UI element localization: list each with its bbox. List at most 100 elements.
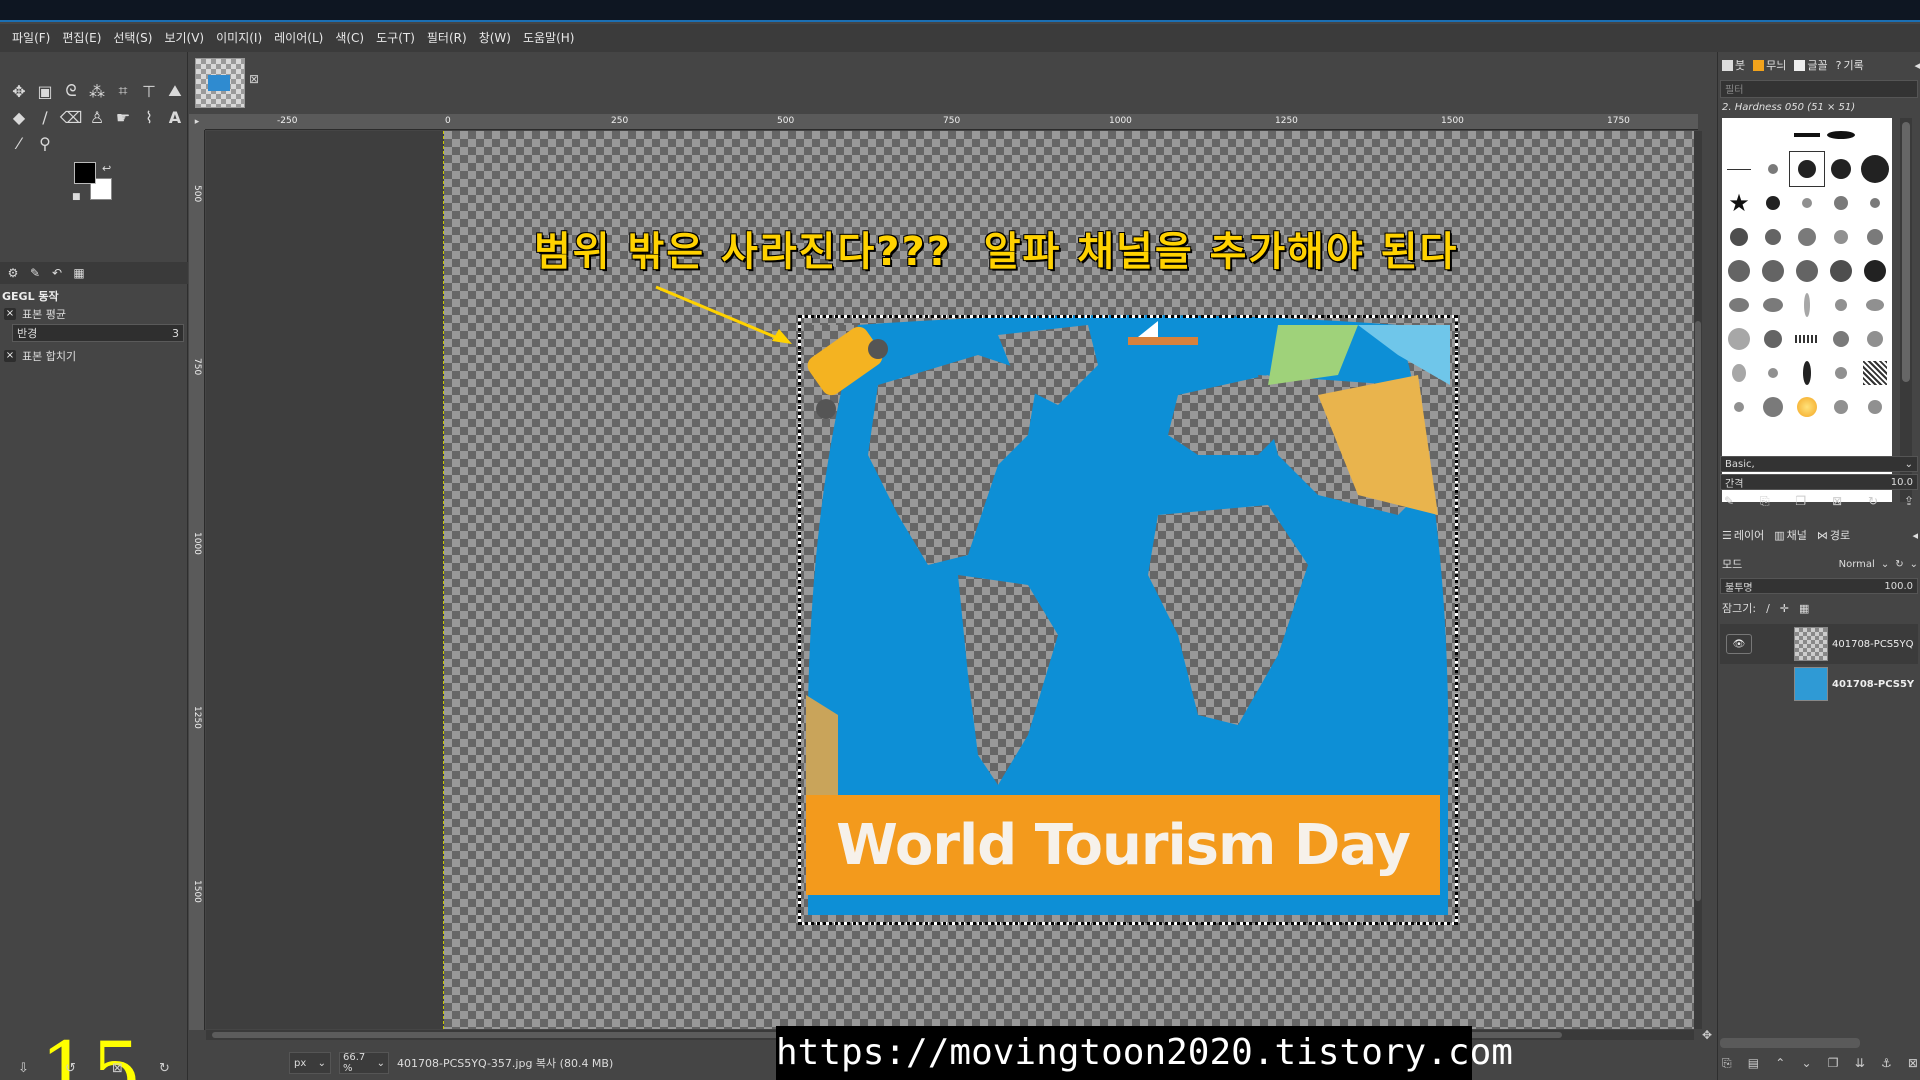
menu-tools[interactable]: 도구(T) <box>370 24 421 52</box>
brush-item[interactable] <box>1756 186 1790 220</box>
brush-item[interactable] <box>1722 356 1756 390</box>
merge-layer-icon[interactable]: ⇊ <box>1855 1056 1865 1076</box>
brush-item[interactable] <box>1722 220 1756 254</box>
sample-merged-checkbox[interactable]: × <box>4 350 16 362</box>
brush-item[interactable] <box>1858 356 1892 390</box>
brush-item[interactable] <box>1756 356 1790 390</box>
close-image-icon[interactable]: ⊠ <box>249 72 259 86</box>
brush-item[interactable] <box>1790 186 1824 220</box>
brush-item[interactable] <box>1858 118 1892 152</box>
sample-average-checkbox[interactable]: × <box>4 308 16 320</box>
warp-icon[interactable]: ⛰ <box>162 78 188 104</box>
delete-options-icon[interactable]: ⊠ <box>112 1061 123 1076</box>
brush-item[interactable] <box>1824 186 1858 220</box>
delete-brush-icon[interactable]: ⊠ <box>1832 494 1842 514</box>
spacing-value[interactable]: 10.0 <box>1891 477 1913 488</box>
fg-bg-colors[interactable]: ↩ ■ <box>72 162 120 208</box>
dock-menu-icon[interactable]: ◂ <box>1912 529 1918 542</box>
brush-item[interactable] <box>1790 254 1824 288</box>
smudge-icon[interactable]: ☛ <box>110 104 136 130</box>
transform-icon[interactable]: ⊤ <box>136 78 162 104</box>
brush-item[interactable] <box>1756 390 1790 424</box>
sample-average-row[interactable]: × 표본 평균 <box>4 306 66 322</box>
new-layer-icon[interactable]: ⎘ <box>1722 1056 1732 1076</box>
brush-item[interactable] <box>1790 220 1824 254</box>
brush-item[interactable] <box>1790 118 1824 152</box>
menu-image[interactable]: 이미지(I) <box>210 24 268 52</box>
vertical-ruler[interactable]: 500 750 1000 1250 1500 <box>189 130 205 1030</box>
brush-item[interactable] <box>1722 254 1756 288</box>
brush-item[interactable] <box>1824 288 1858 322</box>
unit-select[interactable]: px ⌄ <box>289 1052 331 1074</box>
brush-scrollbar[interactable] <box>1900 118 1912 502</box>
brush-item[interactable] <box>1756 118 1790 152</box>
menu-select[interactable]: 선택(S) <box>107 24 158 52</box>
radius-field[interactable]: 반경 3 <box>12 324 184 342</box>
tab-paths[interactable]: ⋈ 경로 <box>1815 527 1852 543</box>
brush-grid[interactable]: ★ <box>1722 118 1892 502</box>
menu-layer[interactable]: 레이어(L) <box>268 24 329 52</box>
brush-item[interactable] <box>1790 288 1824 322</box>
restore-options-icon[interactable]: ↺ <box>65 1061 76 1076</box>
brush-item[interactable] <box>1858 322 1892 356</box>
tab-layers[interactable]: ☰ 레이어 <box>1720 527 1766 543</box>
brush-item[interactable] <box>1824 118 1858 152</box>
color-picker-icon[interactable]: ⁄ <box>6 130 32 156</box>
zoom-select[interactable]: 66.7 % ⌄ <box>339 1052 389 1074</box>
horizontal-ruler[interactable]: -250 0 250 500 750 1000 1250 1500 1750 <box>205 114 1698 130</box>
undo-history-tab-icon[interactable]: ↶ <box>48 266 66 280</box>
rect-select-icon[interactable]: ▣ <box>32 78 58 104</box>
anchor-layer-icon[interactable]: ⚓ <box>1881 1056 1892 1076</box>
brush-scroll-thumb[interactable] <box>1902 122 1910 382</box>
brush-item[interactable] <box>1756 220 1790 254</box>
brush-item[interactable] <box>1790 356 1824 390</box>
brush-item[interactable] <box>1756 322 1790 356</box>
lock-position-icon[interactable]: ✛ <box>1780 602 1789 615</box>
menu-colors[interactable]: 색(C) <box>329 24 370 52</box>
tab-patterns[interactable]: 무늬 <box>1751 57 1788 73</box>
tab-fonts[interactable]: 글꼴 <box>1792 57 1829 73</box>
brush-item[interactable] <box>1858 152 1892 186</box>
brush-filter-input[interactable]: 필터 <box>1720 80 1918 98</box>
brush-item[interactable] <box>1824 390 1858 424</box>
text-icon[interactable]: A <box>162 104 188 130</box>
layer-name[interactable]: 401708-PCS5YQ <box>1832 639 1913 650</box>
layer-item[interactable]: 401708-PCS5Y <box>1720 664 1918 704</box>
bucket-icon[interactable]: ◆ <box>6 104 32 130</box>
menu-help[interactable]: 도움말(H) <box>517 24 581 52</box>
menu-windows[interactable]: 창(W) <box>473 24 517 52</box>
brush-item[interactable] <box>1824 220 1858 254</box>
image-tab-thumbnail[interactable] <box>195 58 245 108</box>
duplicate-brush-icon[interactable]: ❐ <box>1795 494 1806 514</box>
layer-item[interactable]: 👁 401708-PCS5YQ <box>1720 624 1918 664</box>
paths-icon[interactable]: ⌇ <box>136 104 162 130</box>
brush-item[interactable] <box>1824 152 1858 186</box>
dock-menu-icon[interactable]: ◂ <box>1914 59 1920 72</box>
paintbrush-icon[interactable]: ∕ <box>32 104 58 130</box>
images-tab-icon[interactable]: ▦ <box>70 266 88 280</box>
layer-scrollbar[interactable] <box>1720 1038 1860 1048</box>
mode-toggle-icon[interactable]: ↻ <box>1895 559 1903 570</box>
menu-filters[interactable]: 필터(R) <box>421 24 473 52</box>
lasso-icon[interactable]: ᘓ <box>58 78 84 104</box>
brush-item[interactable] <box>1722 152 1756 186</box>
brush-preset-select[interactable]: Basic, ⌄ <box>1720 456 1918 472</box>
menu-view[interactable]: 보기(V) <box>158 24 210 52</box>
brush-item[interactable] <box>1722 118 1756 152</box>
mode-select[interactable]: Normal ⌄ ↻ ⌄ <box>1839 559 1918 570</box>
refresh-brushes-icon[interactable]: ↻ <box>1868 494 1878 514</box>
vertical-scrollbar[interactable] <box>1694 131 1702 1029</box>
lock-pixels-icon[interactable]: ∕ <box>1766 602 1770 615</box>
brush-item-selected[interactable] <box>1789 151 1825 187</box>
brush-item[interactable] <box>1756 152 1790 186</box>
zoom-icon[interactable]: ⚲ <box>32 130 58 156</box>
reset-colors-icon[interactable]: ■ <box>72 192 81 202</box>
new-group-icon[interactable]: ▤ <box>1748 1056 1759 1076</box>
opacity-field[interactable]: 불투명 100.0 <box>1720 578 1918 594</box>
reset-options-icon[interactable]: ↻ <box>159 1061 170 1076</box>
tab-channels[interactable]: ▥ 채널 <box>1772 527 1809 543</box>
radius-value[interactable]: 3 <box>172 327 179 340</box>
eraser-icon[interactable]: ⌫ <box>58 104 84 130</box>
opacity-value[interactable]: 100.0 <box>1884 581 1913 592</box>
brush-item[interactable] <box>1790 390 1824 424</box>
